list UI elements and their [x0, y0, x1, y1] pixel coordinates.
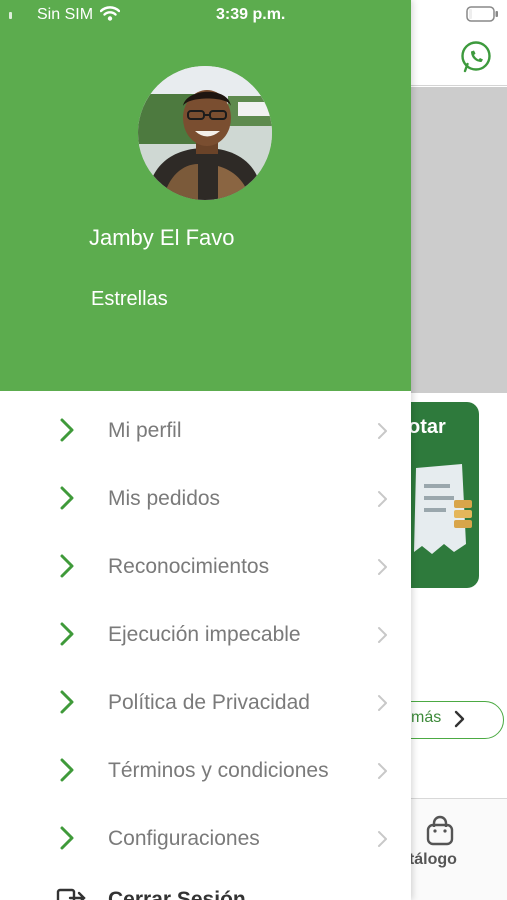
more-button-label: más	[411, 709, 442, 726]
chevron-right-icon	[60, 758, 74, 782]
chevron-right-icon	[60, 554, 74, 578]
menu-item-ejecucion-impecable[interactable]: Ejecución impecable	[0, 599, 411, 667]
chevron-right-icon	[60, 486, 74, 510]
wifi-icon	[100, 6, 120, 21]
menu-item-terminos-condiciones[interactable]: Términos y condiciones	[0, 735, 411, 803]
banner-area	[411, 87, 507, 393]
chevron-right-icon	[454, 710, 465, 728]
disclosure-chevron-icon	[378, 831, 387, 847]
signal-icon	[9, 12, 12, 19]
menu-item-label: Términos y condiciones	[108, 759, 329, 782]
clock: 3:39 p.m.	[216, 6, 286, 23]
menu-item-label: Mi perfil	[108, 419, 182, 442]
menu-item-politica-privacidad[interactable]: Política de Privacidad	[0, 667, 411, 735]
menu-item-label: Reconocimientos	[108, 555, 270, 578]
logout-icon[interactable]	[56, 888, 86, 900]
menu-item-label: Configuraciones	[108, 827, 260, 850]
chevron-right-icon	[60, 826, 74, 850]
disclosure-chevron-icon	[378, 627, 387, 643]
menu-item-label: Ejecución impecable	[108, 623, 301, 646]
chevron-right-icon	[60, 622, 74, 646]
avatar[interactable]	[138, 66, 272, 200]
drawer-header: Jamby El Favo Estrellas	[0, 0, 411, 391]
status-bar: Sin SIM 3:39 p.m.	[0, 0, 507, 30]
carrier-label: Sin SIM	[37, 6, 94, 23]
shopping-bag-icon[interactable]	[424, 815, 456, 847]
chevron-right-icon	[60, 690, 74, 714]
menu-item-mis-pedidos[interactable]: Mis pedidos	[0, 463, 411, 531]
menu-item-label: Mis pedidos	[108, 487, 221, 510]
user-tier: Estrellas	[91, 288, 168, 310]
disclosure-chevron-icon	[378, 491, 387, 507]
receipt-icon	[414, 464, 472, 554]
chevron-right-icon	[60, 418, 74, 442]
battery-icon	[466, 6, 498, 22]
disclosure-chevron-icon	[378, 763, 387, 779]
whatsapp-icon[interactable]	[459, 40, 493, 74]
promo-title: otar	[408, 416, 446, 438]
profile-photo	[138, 66, 272, 200]
side-drawer: Jamby El Favo Estrellas Mi perfil Mis pe…	[0, 0, 411, 900]
menu-item-configuraciones[interactable]: Configuraciones	[0, 803, 411, 871]
disclosure-chevron-icon	[378, 423, 387, 439]
user-name: Jamby El Favo	[89, 225, 235, 250]
menu-item-label: Política de Privacidad	[108, 691, 310, 714]
logout-button[interactable]: Cerrar Sesión	[108, 888, 246, 900]
menu-item-reconocimientos[interactable]: Reconocimientos	[0, 531, 411, 599]
disclosure-chevron-icon	[378, 695, 387, 711]
disclosure-chevron-icon	[378, 559, 387, 575]
menu-item-mi-perfil[interactable]: Mi perfil	[0, 395, 411, 463]
